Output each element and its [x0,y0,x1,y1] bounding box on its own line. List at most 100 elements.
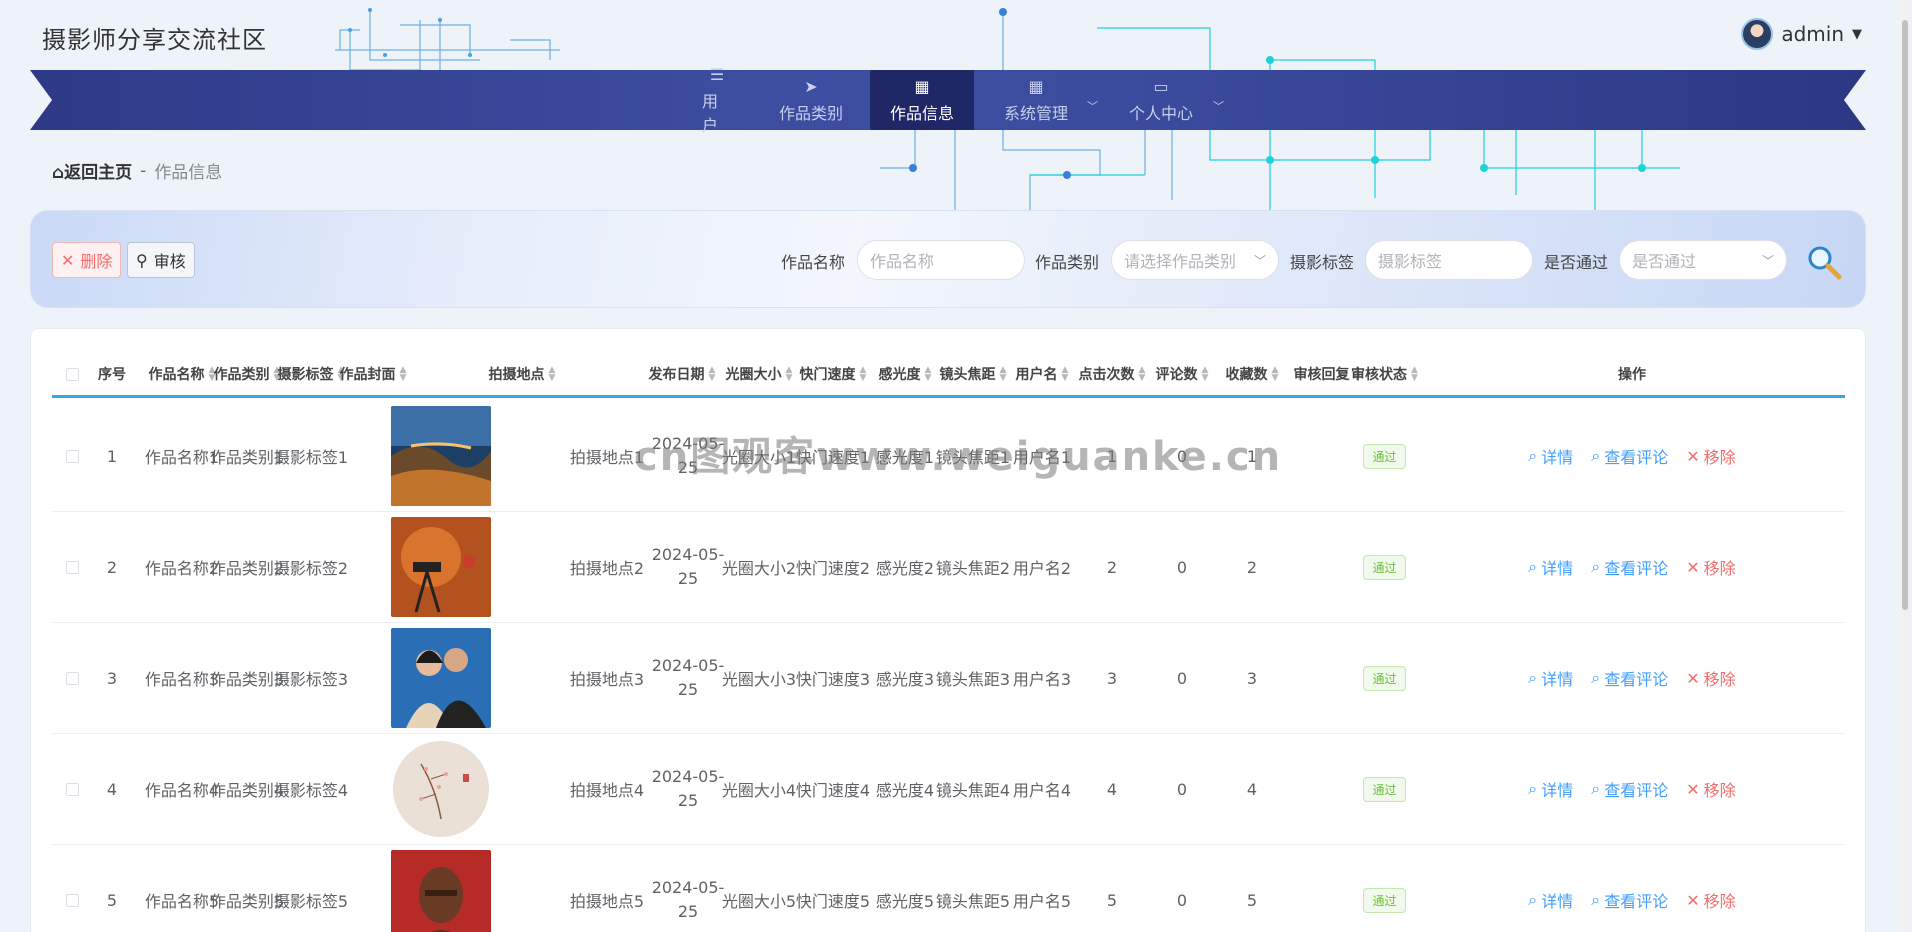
breadcrumb-separator: - [140,160,147,181]
column-header-7[interactable]: 光圈大小 ▲ ▼ [718,352,800,396]
sort-icon[interactable]: ▲ ▼ [1139,366,1146,383]
select-all-checkbox[interactable] [52,352,92,396]
column-header-1[interactable]: 作品名称 ▲ ▼ [149,352,216,396]
column-header-11[interactable]: 用户名 ▲ ▼ [1002,352,1082,396]
close-icon: ✕ [1686,557,1700,577]
status-badge: 通过 [1352,845,1417,932]
cover-image [366,623,516,733]
detail-icon: ⌕ [1528,890,1538,909]
row-checkbox[interactable] [52,623,92,733]
view-comments-button[interactable]: ⌕ 查看评论 [1591,777,1668,801]
cell-type: 作品类别2 [209,559,285,578]
detail-button[interactable]: ⌕ 详情 [1528,555,1573,579]
cell-name: 作品名称2 [144,559,220,578]
tag-input[interactable]: 摄影标签 [1365,240,1533,280]
column-header-4[interactable]: 作品封面 ▲ ▼ [340,352,407,396]
row-checkbox[interactable] [52,734,92,844]
view-comments-button[interactable]: ⌕ 查看评论 [1591,555,1668,579]
column-header-2[interactable]: 作品类别 ▲ ▼ [214,352,281,396]
row-actions: ⌕ 详情 ⌕ 查看评论 ✕ 移除 [1422,623,1842,733]
row-checkbox[interactable] [52,845,92,932]
nav-item-0[interactable]: ☰ 用户 [682,65,752,135]
detail-icon: ⌕ [1528,668,1538,687]
nav-item-1[interactable]: ➤ 作品类别 [752,70,870,130]
avatar [1741,18,1774,50]
comment-icon: ⌕ [1591,446,1601,465]
cell-tag: 摄影标签1 [273,448,349,467]
cell-tag: 摄影标签4 [273,781,349,800]
remove-button[interactable]: ✕ 移除 [1686,666,1735,690]
name-input[interactable]: 作品名称 [857,240,1025,280]
view-comments-button[interactable]: ⌕ 查看评论 [1591,888,1668,912]
row-actions: ⌕ 详情 ⌕ 查看评论 ✕ 移除 [1422,845,1842,932]
column-header-16[interactable]: 审核状态 ▲ ▼ [1351,352,1418,396]
detail-button[interactable]: ⌕ 详情 [1528,777,1573,801]
grid-icon: ▦ [914,76,930,96]
pass-select[interactable]: 是否通过 ﹀ [1619,240,1787,280]
close-icon: ✕ [1686,668,1700,688]
cell-aperture: 光圈大小5 [721,892,797,911]
breadcrumb-home[interactable]: ⌂返回主页 [52,158,132,183]
cell-shutter: 快门速度5 [795,892,871,911]
audit-button[interactable]: ⚲ 审核 [127,242,195,278]
status-badge: 通过 [1352,512,1417,622]
row-checkbox[interactable] [52,401,92,511]
cell-comments: 0 [1176,557,1188,577]
column-header-5[interactable]: 拍摄地点 ▲ ▼ [402,352,642,396]
cell-date: 2024-05-25 [651,545,725,588]
nav-item-2[interactable]: ▦ 作品信息 [870,70,974,130]
delete-button[interactable]: ✕ 删除 [52,242,122,278]
row-checkbox[interactable] [52,512,92,622]
cell-idx: 4 [106,779,118,799]
comment-icon: ⌕ [1591,779,1601,798]
breadcrumb-current: 作品信息 [154,163,223,183]
column-header-14[interactable]: 收藏数 ▲ ▼ [1220,352,1284,396]
sort-icon[interactable]: ▲ ▼ [549,366,556,383]
list-icon: ☰ [709,64,725,84]
cell-user: 用户名4 [1012,781,1072,800]
name-label: 作品名称 [781,253,846,272]
column-header-3[interactable]: 摄影标签 ▲ ▼ [278,352,345,396]
grid-icon: ▦ [1028,76,1044,96]
remove-button[interactable]: ✕ 移除 [1686,777,1735,801]
remove-button[interactable]: ✕ 移除 [1686,555,1735,579]
remove-button[interactable]: ✕ 移除 [1686,444,1735,468]
cell-idx: 3 [106,668,118,688]
cell-date: 2024-05-25 [651,656,725,699]
sort-icon[interactable]: ▲ ▼ [1411,366,1418,383]
sort-icon[interactable]: ▲ ▼ [1062,366,1069,383]
main-nav: ☰ 用户 ➤ 作品类别 ▦ 作品信息 ▦ 系统管理 ﹀ ▭ 个人中心 ﹀ [682,65,1224,135]
view-comments-button[interactable]: ⌕ 查看评论 [1591,666,1668,690]
column-header-12[interactable]: 点击次数 ▲ ▼ [1078,352,1146,396]
remove-button[interactable]: ✕ 移除 [1686,888,1735,912]
scrollbar[interactable] [1900,0,1910,932]
sort-icon[interactable]: ▲ ▼ [1272,366,1279,383]
sort-icon[interactable]: ▲ ▼ [925,366,932,383]
detail-icon: ⌕ [1528,557,1538,576]
view-comments-button[interactable]: ⌕ 查看评论 [1591,444,1668,468]
column-header-0[interactable]: 序号 [92,352,132,396]
nav-item-4[interactable]: ▭ 个人中心 ﹀ [1098,70,1224,130]
cell-shutter: 快门速度4 [795,781,871,800]
sort-icon[interactable]: ▲ ▼ [709,366,716,383]
cell-aperture: 光圈大小2 [721,559,797,578]
detail-button[interactable]: ⌕ 详情 [1528,888,1573,912]
cell-clicks: 2 [1106,557,1118,577]
table-row: 4 作品名称4 作品类别4 摄影标签4 拍摄地点4 2024-05-25 光圈大小4 快门速度… [52,734,1845,845]
cell-idx: 5 [106,890,118,910]
cell-user: 用户名3 [1012,670,1072,689]
user-name: admin [1781,22,1844,46]
column-header-8[interactable]: 快门速度 ▲ ▼ [792,352,874,396]
column-header-6[interactable]: 发布日期 ▲ ▼ [642,352,722,396]
sort-icon[interactable]: ▲ ▼ [1202,366,1209,383]
column-header-13[interactable]: 评论数 ▲ ▼ [1150,352,1214,396]
nav-item-3[interactable]: ▦ 系统管理 ﹀ [974,70,1098,130]
cell-type: 作品类别3 [209,670,285,689]
type-select[interactable]: 请选择作品类别 ﹀ [1111,240,1279,280]
user-menu[interactable]: admin ▼ [1741,18,1862,50]
pass-label: 是否通过 [1544,253,1609,272]
search-icon[interactable] [1806,244,1842,280]
detail-button[interactable]: ⌕ 详情 [1528,666,1573,690]
cell-date: 2024-05-25 [651,767,725,810]
detail-button[interactable]: ⌕ 详情 [1528,444,1573,468]
